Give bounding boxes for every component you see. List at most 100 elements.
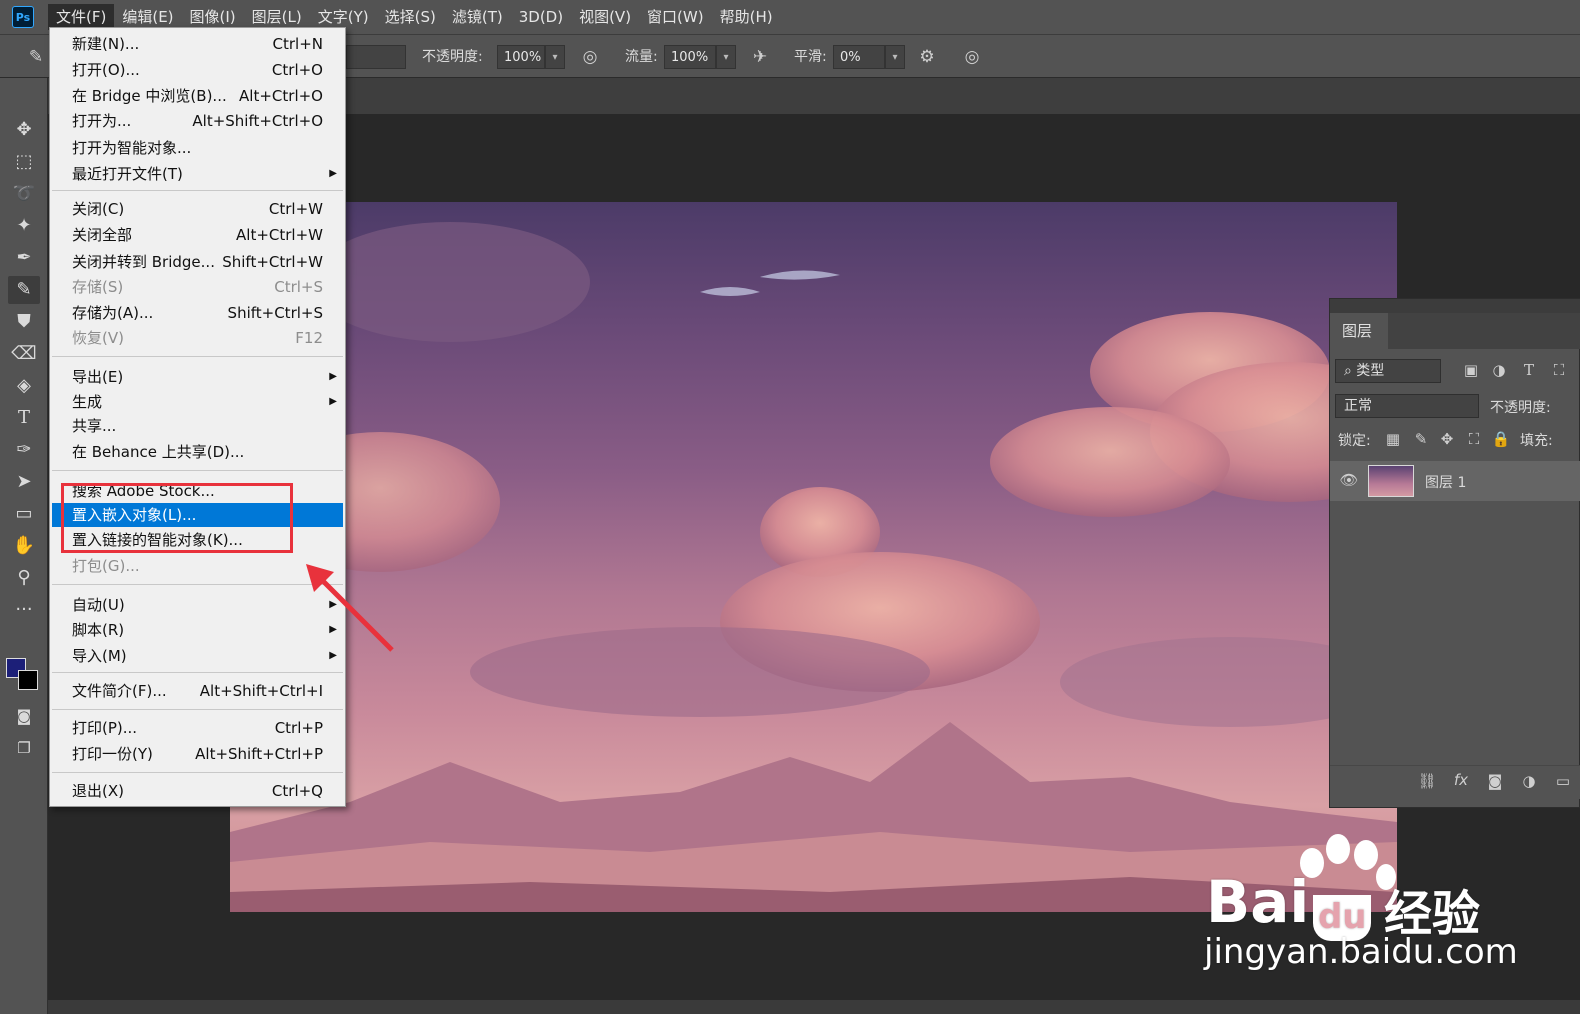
- annotation-highlight-box: [61, 483, 293, 553]
- smooth-dropdown-icon[interactable]: ▾: [885, 45, 905, 69]
- gear-icon[interactable]: ⚙: [915, 45, 939, 69]
- screen-mode-icon[interactable]: ❐: [8, 734, 40, 762]
- brush-tool-icon[interactable]: ✎: [8, 276, 40, 304]
- opacity-label: 不透明度:: [422, 49, 483, 65]
- document-canvas[interactable]: [230, 202, 1397, 912]
- watermark-url: jingyan.baidu.com: [1204, 932, 1518, 972]
- fill-label: 填充:: [1520, 433, 1553, 449]
- pressure-size-icon[interactable]: ◎: [960, 45, 984, 69]
- menu-window[interactable]: 窗口(W): [639, 4, 712, 30]
- menu-separator: [52, 190, 343, 191]
- mode-dropdown[interactable]: [346, 45, 406, 69]
- filter-pixel-icon[interactable]: ▣: [1460, 361, 1482, 379]
- menu-item-close-go-bridge[interactable]: 关闭并转到 Bridge... Shift+Ctrl+W: [52, 250, 343, 274]
- pressure-opacity-icon[interactable]: ◎: [578, 45, 602, 69]
- add-mask-icon[interactable]: ◙: [1484, 772, 1506, 790]
- menu-item-close-all[interactable]: 关闭全部 Alt+Ctrl+W: [52, 223, 343, 247]
- menu-separator: [52, 772, 343, 773]
- path-selection-tool-icon[interactable]: ➤: [8, 468, 40, 496]
- magic-wand-tool-icon[interactable]: ✦: [8, 212, 40, 240]
- flow-input[interactable]: 100%: [664, 45, 716, 69]
- eraser-tool-icon[interactable]: ⌫: [8, 340, 40, 368]
- new-adjustment-icon[interactable]: ◑: [1518, 772, 1540, 790]
- lock-transparent-icon[interactable]: ▦: [1382, 430, 1404, 448]
- menu-item-generate[interactable]: 生成 ▶: [52, 390, 343, 414]
- menu-item-print-one-copy[interactable]: 打印一份(Y) Alt+Shift+Ctrl+P: [52, 742, 343, 766]
- menu-separator: [52, 672, 343, 673]
- lasso-tool-icon[interactable]: ➰: [8, 180, 40, 208]
- link-layers-icon[interactable]: ⛓: [1416, 772, 1438, 790]
- menu-item-save[interactable]: 存储(S) Ctrl+S: [52, 275, 343, 299]
- menu-item-open[interactable]: 打开(O)... Ctrl+O: [52, 58, 343, 82]
- menu-item-open-as[interactable]: 打开为... Alt+Shift+Ctrl+O: [52, 109, 343, 133]
- airbrush-icon[interactable]: ✈: [748, 45, 772, 69]
- more-tools-icon[interactable]: ···: [8, 596, 40, 624]
- layer-filter-dropdown[interactable]: ⌕ 类型: [1335, 359, 1441, 383]
- menu-separator: [52, 709, 343, 710]
- pen-tool-icon[interactable]: ✑: [8, 436, 40, 464]
- lock-position-icon[interactable]: ✥: [1436, 430, 1458, 448]
- menu-select[interactable]: 选择(S): [377, 4, 444, 30]
- filter-shape-icon[interactable]: ⛶: [1548, 361, 1570, 379]
- filter-adjustment-icon[interactable]: ◑: [1488, 361, 1510, 379]
- menu-3d[interactable]: 3D(D): [511, 4, 571, 30]
- background-color-swatch[interactable]: [18, 670, 38, 690]
- eyedropper-tool-icon[interactable]: ✒: [8, 244, 40, 272]
- submenu-arrow-icon: ▶: [329, 396, 337, 407]
- search-icon: ⌕: [1344, 363, 1357, 379]
- status-bar: [48, 1000, 1580, 1014]
- menu-item-recent-files[interactable]: 最近打开文件(T) ▶: [52, 162, 343, 186]
- menu-item-print[interactable]: 打印(P)... Ctrl+P: [52, 716, 343, 740]
- photoshop-logo-icon: Ps: [12, 6, 34, 28]
- opacity-dropdown-icon[interactable]: ▾: [545, 45, 565, 69]
- menu-item-exit[interactable]: 退出(X) Ctrl+Q: [52, 779, 343, 803]
- file-menu-dropdown: 新建(N)... Ctrl+N 打开(O)... Ctrl+O 在 Bridge 中…: [49, 27, 346, 807]
- fx-icon[interactable]: fx: [1450, 771, 1472, 789]
- flow-dropdown-icon[interactable]: ▾: [716, 45, 736, 69]
- layers-panel: 图层 ⌕ 类型 ▣ ◑ T ⛶ 正常 不透明度: 锁定: ▦ ✎ ✥ ⛶ 🔒 填…: [1329, 298, 1580, 808]
- marquee-tool-icon[interactable]: ⬚: [8, 148, 40, 176]
- layer-row[interactable]: 👁 图层 1: [1330, 461, 1580, 501]
- menu-view[interactable]: 视图(V): [571, 4, 639, 30]
- filter-type-icon[interactable]: T: [1518, 361, 1540, 379]
- lock-image-icon[interactable]: ✎: [1410, 430, 1432, 448]
- new-group-icon[interactable]: ▭: [1552, 772, 1574, 790]
- watermark-brand: Bai du: [1206, 868, 1375, 941]
- flow-label: 流量:: [625, 49, 658, 65]
- lock-all-icon[interactable]: 🔒: [1490, 430, 1512, 448]
- move-tool-icon[interactable]: ✥: [8, 116, 40, 144]
- menu-separator: [52, 356, 343, 357]
- menu-item-save-as[interactable]: 存储为(A)... Shift+Ctrl+S: [52, 301, 343, 325]
- type-tool-icon[interactable]: T: [8, 404, 40, 432]
- menu-item-open-smart-object[interactable]: 打开为智能对象...: [52, 136, 343, 160]
- menu-item-export[interactable]: 导出(E) ▶: [52, 365, 343, 389]
- quick-mask-icon[interactable]: ◙: [8, 702, 40, 730]
- menu-item-revert[interactable]: 恢复(V) F12: [52, 326, 343, 350]
- blend-mode-dropdown[interactable]: 正常: [1335, 394, 1479, 418]
- smooth-input[interactable]: 0%: [833, 45, 885, 69]
- menu-item-file-info[interactable]: 文件简介(F)... Alt+Shift+Ctrl+I: [52, 679, 343, 703]
- hand-tool-icon[interactable]: ✋: [8, 532, 40, 560]
- paint-bucket-tool-icon[interactable]: ◈: [8, 372, 40, 400]
- layer-name[interactable]: 图层 1: [1425, 472, 1466, 492]
- opacity-input[interactable]: 100%: [497, 45, 545, 69]
- tab-layers[interactable]: 图层: [1330, 313, 1388, 349]
- lock-artboard-icon[interactable]: ⛶: [1463, 430, 1485, 448]
- menu-item-share[interactable]: 共享...: [52, 414, 343, 438]
- menu-help[interactable]: 帮助(H): [712, 4, 781, 30]
- stamp-tool-icon[interactable]: ⛊: [8, 308, 40, 336]
- menu-separator: [52, 470, 343, 471]
- panel-grip[interactable]: [1330, 299, 1580, 313]
- menu-filter[interactable]: 滤镜(T): [444, 4, 511, 30]
- brush-preset-icon[interactable]: ✎: [24, 45, 48, 69]
- rectangle-tool-icon[interactable]: ▭: [8, 500, 40, 528]
- menu-item-share-behance[interactable]: 在 Behance 上共享(D)...: [52, 440, 343, 464]
- zoom-tool-icon[interactable]: ⚲: [8, 564, 40, 592]
- menu-item-close[interactable]: 关闭(C) Ctrl+W: [52, 197, 343, 221]
- menu-item-browse-bridge[interactable]: 在 Bridge 中浏览(B)... Alt+Ctrl+O: [52, 84, 343, 108]
- eye-visibility-icon[interactable]: 👁: [1338, 471, 1360, 489]
- layers-panel-footer: ⛓ fx ◙ ◑ ▭: [1330, 765, 1580, 799]
- tools-panel: ✥ ⬚ ➰ ✦ ✒ ✎ ⛊ ⌫ ◈ T ✑ ➤ ▭ ✋ ⚲ ··· ◙ ❐: [0, 78, 48, 1014]
- menu-item-new[interactable]: 新建(N)... Ctrl+N: [52, 32, 343, 56]
- annotation-arrow-icon: [306, 564, 394, 652]
